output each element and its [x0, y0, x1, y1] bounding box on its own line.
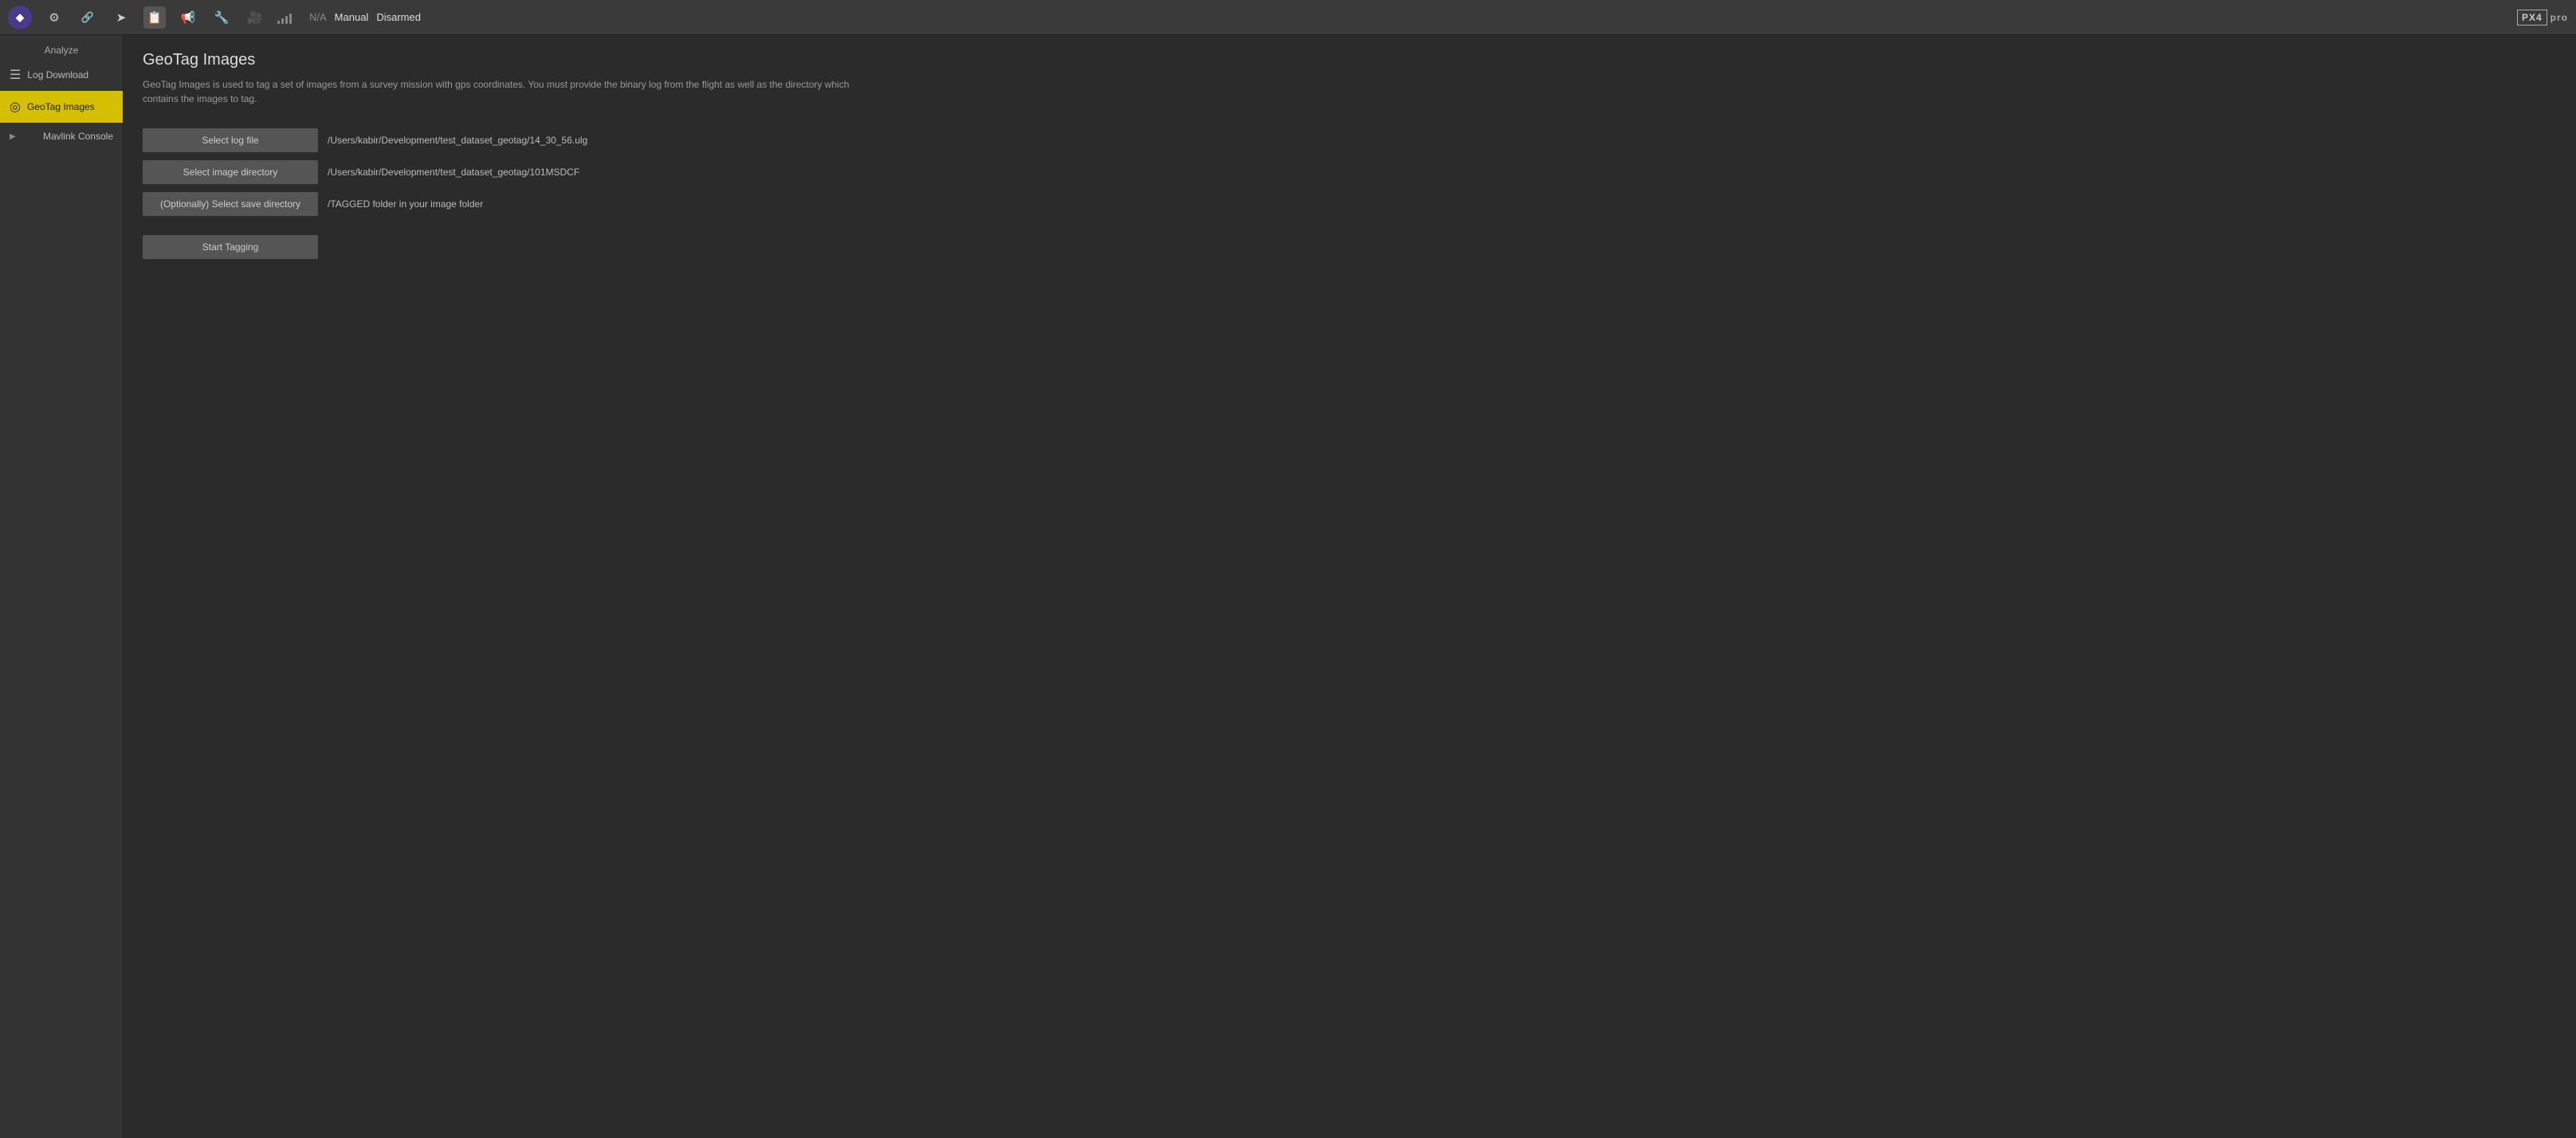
save-directory-path: /TAGGED folder in your image folder — [328, 198, 483, 210]
signal-bars — [277, 11, 292, 24]
log-file-path: /Users/kabir/Development/test_dataset_ge… — [328, 135, 587, 146]
start-tagging-button[interactable]: Start Tagging — [143, 235, 318, 259]
vehicle-setup-icon[interactable]: 🔗 — [77, 6, 99, 29]
select-image-row: Select image directory /Users/kabir/Deve… — [143, 160, 2557, 184]
sidebar-label-mavlink-console: Mavlink Console — [43, 131, 113, 142]
page-description: GeoTag Images is used to tag a set of im… — [143, 77, 860, 106]
select-log-button[interactable]: Select log file — [143, 128, 318, 152]
px4-label: PX4 — [2517, 10, 2547, 26]
plan-icon[interactable]: ➤ — [110, 6, 132, 29]
analyze-icon[interactable]: 📋 — [143, 6, 166, 29]
sidebar-section-label: Analyze — [0, 38, 123, 59]
toolbar: ◆ ⚙ 🔗 ➤ 📋 📢 🔧 🎥 N/A Manual Disarmed — [0, 0, 2576, 35]
qgc-logo-icon[interactable]: ◆ — [8, 6, 32, 29]
log-download-icon: ☰ — [10, 67, 21, 83]
toolbar-right: PX4 pro — [2517, 10, 2568, 26]
speaker-icon[interactable]: 📢 — [177, 6, 199, 29]
sidebar-item-log-download[interactable]: ☰ Log Download — [0, 59, 123, 91]
sidebar: Analyze ☰ Log Download ◎ GeoTag Images ▶… — [0, 35, 124, 1138]
settings-icon[interactable]: ⚙ — [43, 6, 65, 29]
select-save-row: (Optionally) Select save directory /TAGG… — [143, 192, 2557, 216]
mavlink-console-arrow: ▶ — [10, 132, 16, 141]
select-log-row: Select log file /Users/kabir/Development… — [143, 128, 2557, 152]
video-icon[interactable]: 🎥 — [244, 6, 266, 29]
sidebar-label-geotag-images: GeoTag Images — [27, 101, 95, 112]
start-tagging-row: Start Tagging — [143, 224, 2557, 259]
brand-logo: PX4 pro — [2517, 10, 2568, 26]
armed-status: Disarmed — [376, 11, 421, 23]
content-area: GeoTag Images GeoTag Images is used to t… — [124, 35, 2576, 1138]
select-save-button[interactable]: (Optionally) Select save directory — [143, 192, 318, 216]
toolbar-status: N/A Manual Disarmed — [309, 11, 421, 23]
toolbar-left: ◆ ⚙ 🔗 ➤ 📋 📢 🔧 🎥 N/A Manual Disarmed — [8, 6, 2517, 29]
image-directory-path: /Users/kabir/Development/test_dataset_ge… — [328, 167, 579, 178]
geotag-icon: ◎ — [10, 99, 21, 115]
main-layout: Analyze ☰ Log Download ◎ GeoTag Images ▶… — [0, 35, 2576, 1138]
page-title: GeoTag Images — [143, 51, 2557, 69]
mode-status: Manual — [335, 11, 369, 23]
pro-label: pro — [2550, 12, 2568, 23]
wrench-icon[interactable]: 🔧 — [210, 6, 233, 29]
na-status: N/A — [309, 11, 327, 23]
sidebar-label-log-download: Log Download — [27, 69, 88, 80]
select-image-button[interactable]: Select image directory — [143, 160, 318, 184]
sidebar-item-mavlink-console[interactable]: ▶ Mavlink Console — [0, 123, 123, 150]
sidebar-item-geotag-images[interactable]: ◎ GeoTag Images — [0, 91, 123, 123]
